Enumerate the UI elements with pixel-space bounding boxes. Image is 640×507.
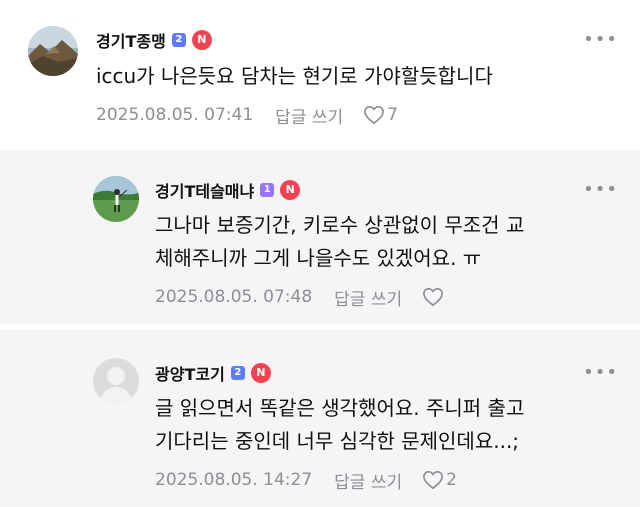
reply-button[interactable]: 답글 쓰기 (275, 103, 343, 128)
comment-text: iccu가 나은듯요 담차는 현기로 가야할듯합니다 (96, 64, 493, 88)
comment-text: 그나마 보증기간, 키로수 상관없이 무조건 교 체해주니까 그게 나을수도 있… (155, 213, 525, 270)
comment-text: 글 읽으면서 똑같은 생각했어요. 주니퍼 출고 기다리는 중인데 너무 심각한… (155, 396, 525, 453)
new-badge: N (250, 363, 271, 383)
comment-3: 광양T코기 2 N ••• 글 읽으면서 똑같은 생각했어요. 주니퍼 출고 기… (0, 330, 640, 507)
more-dots-icon[interactable]: ••• (583, 180, 618, 200)
new-badge: N (191, 30, 212, 50)
like-button[interactable]: 7 (363, 105, 398, 125)
like-count: 7 (387, 105, 398, 125)
reply-button[interactable]: 답글 쓰기 (334, 285, 402, 310)
new-badge: N (280, 180, 301, 200)
comment-2: 경기T테슬매냐 1 N ••• 그나마 보증기간, 키로수 상관없이 무조건 교… (0, 150, 640, 324)
like-button[interactable]: 2 (422, 470, 457, 490)
heart-outline-icon (423, 287, 444, 307)
avatar[interactable] (93, 176, 139, 222)
golf-course-photo (93, 176, 139, 222)
like-button[interactable] (422, 287, 446, 307)
mountain-landscape-photo (28, 26, 78, 76)
more-dots-icon[interactable]: ••• (583, 30, 618, 50)
comment-1: 경기T종맹 2 N ••• iccu가 나은듯요 담차는 현기로 가야할듯합니다… (0, 0, 640, 150)
level-badge: 1 (260, 183, 275, 197)
timestamp: 2025.08.05. 14:27 (155, 470, 313, 490)
avatar[interactable] (28, 26, 78, 76)
author-name[interactable]: 광양T코기 (155, 361, 225, 385)
author-name[interactable]: 경기T테슬매냐 (155, 178, 254, 202)
like-count: 2 (446, 470, 457, 490)
timestamp: 2025.08.05. 07:41 (96, 105, 254, 125)
timestamp: 2025.08.05. 07:48 (155, 287, 313, 307)
avatar[interactable] (93, 358, 139, 404)
reply-button[interactable]: 답글 쓰기 (334, 468, 402, 493)
level-badge: 2 (230, 366, 245, 380)
heart-outline-icon (423, 470, 444, 490)
author-name[interactable]: 경기T종맹 (96, 28, 166, 52)
default-profile-avatar (93, 358, 139, 404)
heart-outline-icon (364, 105, 385, 125)
level-badge: 2 (171, 33, 186, 47)
more-dots-icon[interactable]: ••• (583, 363, 618, 383)
